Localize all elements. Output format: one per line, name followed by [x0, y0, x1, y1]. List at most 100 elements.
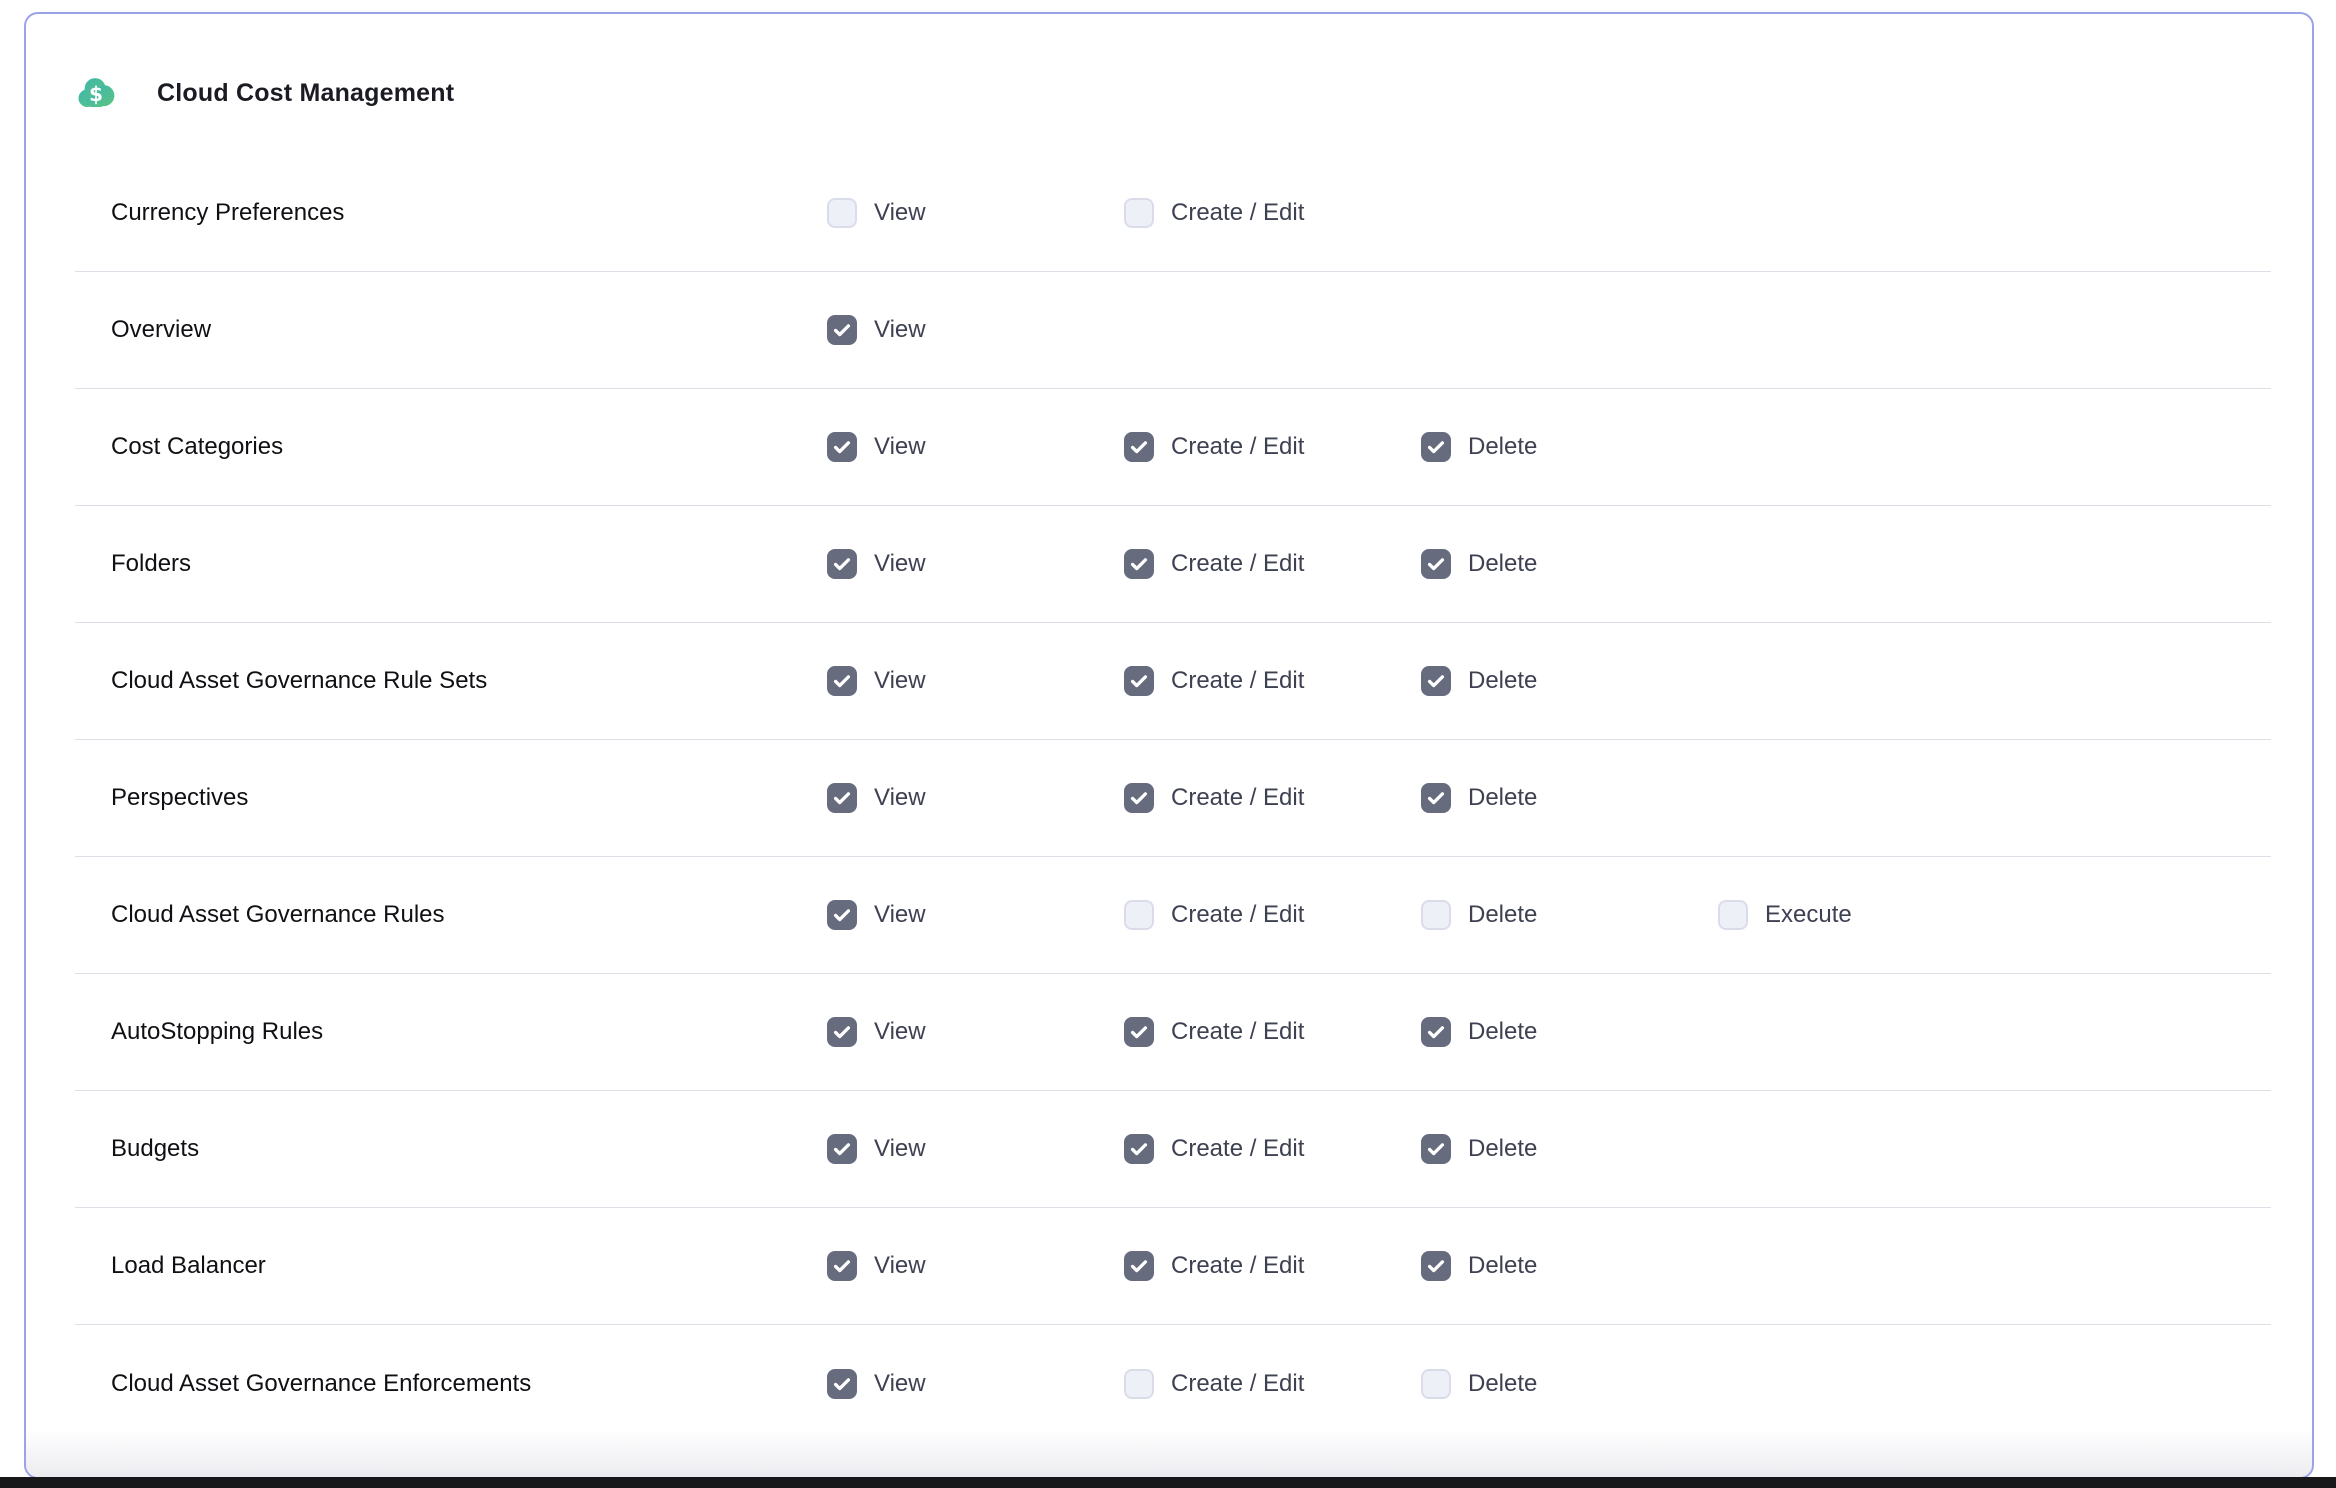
- permission-row-currency-preferences: Currency Preferences View Create / Edit: [75, 155, 2271, 272]
- permission-label: Delete: [1468, 1252, 1537, 1280]
- unchecked-checkbox-delete[interactable]: [1421, 900, 1451, 930]
- permission-create-edit[interactable]: Create / Edit: [1124, 1134, 1304, 1164]
- cloud-cost-management-card: $ Cloud Cost Management Currency Prefere…: [24, 12, 2314, 1479]
- permission-label: View: [874, 550, 926, 578]
- permission-delete[interactable]: Delete: [1421, 1251, 1537, 1281]
- permission-label: Create / Edit: [1171, 1135, 1304, 1163]
- checked-checkbox-create-edit[interactable]: [1124, 666, 1154, 696]
- permission-create-edit[interactable]: Create / Edit: [1124, 900, 1304, 930]
- checked-checkbox-view[interactable]: [827, 432, 857, 462]
- resource-label: Folders: [111, 550, 191, 578]
- checked-checkbox-delete[interactable]: [1421, 666, 1451, 696]
- resource-label: Load Balancer: [111, 1252, 266, 1280]
- permission-label: Create / Edit: [1171, 1370, 1304, 1398]
- checked-checkbox-delete[interactable]: [1421, 549, 1451, 579]
- resource-label: Cloud Asset Governance Enforcements: [111, 1370, 531, 1398]
- permission-delete[interactable]: Delete: [1421, 549, 1537, 579]
- permission-create-edit[interactable]: Create / Edit: [1124, 1017, 1304, 1047]
- permission-label: Create / Edit: [1171, 433, 1304, 461]
- permission-view[interactable]: View: [827, 549, 926, 579]
- permission-create-edit[interactable]: Create / Edit: [1124, 1369, 1304, 1399]
- permission-row-load-balancer: Load Balancer View Create / Edit Delete: [75, 1208, 2271, 1325]
- permission-label: Delete: [1468, 667, 1537, 695]
- permission-view[interactable]: View: [827, 666, 926, 696]
- permission-label: Create / Edit: [1171, 550, 1304, 578]
- checked-checkbox-view[interactable]: [827, 1369, 857, 1399]
- checked-checkbox-delete[interactable]: [1421, 783, 1451, 813]
- permission-label: View: [874, 1252, 926, 1280]
- checked-checkbox-delete[interactable]: [1421, 1251, 1451, 1281]
- resource-label: Budgets: [111, 1135, 199, 1163]
- permission-create-edit[interactable]: Create / Edit: [1124, 549, 1304, 579]
- permission-view[interactable]: View: [827, 1251, 926, 1281]
- permission-row-cost-categories: Cost CategoriesViewCreate / EditDelete: [75, 389, 2271, 506]
- checked-checkbox-view[interactable]: [827, 1134, 857, 1164]
- checked-checkbox-create-edit[interactable]: [1124, 1251, 1154, 1281]
- permission-delete[interactable]: Delete: [1421, 1017, 1537, 1047]
- permission-label: Delete: [1468, 901, 1537, 929]
- checked-checkbox-view[interactable]: [827, 1017, 857, 1047]
- unchecked-checkbox-create-edit[interactable]: [1124, 1369, 1154, 1399]
- module-title: Cloud Cost Management: [157, 79, 454, 108]
- permission-view[interactable]: View: [827, 432, 926, 462]
- permission-label: Create / Edit: [1171, 784, 1304, 812]
- checked-checkbox-view[interactable]: [827, 900, 857, 930]
- unchecked-checkbox-create-edit[interactable]: [1124, 198, 1154, 228]
- permission-label: View: [874, 784, 926, 812]
- permission-row-folders: Folders View Create / Edit Delete: [75, 506, 2271, 623]
- permission-create-edit[interactable]: Create / Edit: [1124, 783, 1304, 813]
- permission-delete[interactable]: Delete: [1421, 1369, 1537, 1399]
- permission-view[interactable]: View: [827, 783, 926, 813]
- permission-view[interactable]: View: [827, 1369, 926, 1399]
- checked-checkbox-delete[interactable]: [1421, 1017, 1451, 1047]
- checked-checkbox-create-edit[interactable]: [1124, 1134, 1154, 1164]
- svg-text:$: $: [89, 82, 103, 106]
- permission-create-edit[interactable]: Create / Edit: [1124, 1251, 1304, 1281]
- checked-checkbox-view[interactable]: [827, 549, 857, 579]
- permission-delete[interactable]: Delete: [1421, 666, 1537, 696]
- unchecked-checkbox-execute[interactable]: [1718, 900, 1748, 930]
- permission-label: Create / Edit: [1171, 1018, 1304, 1046]
- permission-view[interactable]: View: [827, 315, 926, 345]
- unchecked-checkbox-delete[interactable]: [1421, 1369, 1451, 1399]
- permission-view[interactable]: View: [827, 1134, 926, 1164]
- resource-label: Overview: [111, 316, 211, 344]
- permission-create-edit[interactable]: Create / Edit: [1124, 198, 1304, 228]
- permission-delete[interactable]: Delete: [1421, 1134, 1537, 1164]
- permission-create-edit[interactable]: Create / Edit: [1124, 666, 1304, 696]
- card-header: $ Cloud Cost Management: [75, 72, 454, 114]
- permission-row-autostopping-rules: AutoStopping RulesViewCreate / EditDelet…: [75, 974, 2271, 1091]
- permission-label: Create / Edit: [1171, 901, 1304, 929]
- permission-execute[interactable]: Execute: [1718, 900, 1852, 930]
- checked-checkbox-delete[interactable]: [1421, 1134, 1451, 1164]
- permission-label: Create / Edit: [1171, 199, 1304, 227]
- checked-checkbox-view[interactable]: [827, 783, 857, 813]
- resource-label: Perspectives: [111, 784, 248, 812]
- checked-checkbox-create-edit[interactable]: [1124, 549, 1154, 579]
- permission-delete[interactable]: Delete: [1421, 900, 1537, 930]
- permission-delete[interactable]: Delete: [1421, 783, 1537, 813]
- checked-checkbox-create-edit[interactable]: [1124, 432, 1154, 462]
- checked-checkbox-create-edit[interactable]: [1124, 783, 1154, 813]
- permission-label: Delete: [1468, 433, 1537, 461]
- checked-checkbox-view[interactable]: [827, 315, 857, 345]
- permission-create-edit[interactable]: Create / Edit: [1124, 432, 1304, 462]
- unchecked-checkbox-create-edit[interactable]: [1124, 900, 1154, 930]
- cloud-dollar-icon: $: [75, 72, 117, 114]
- permission-label: View: [874, 1018, 926, 1046]
- permission-view[interactable]: View: [827, 1017, 926, 1047]
- permission-view[interactable]: View: [827, 900, 926, 930]
- checked-checkbox-create-edit[interactable]: [1124, 1017, 1154, 1047]
- resource-label: Currency Preferences: [111, 199, 344, 227]
- permission-label: Delete: [1468, 1018, 1537, 1046]
- unchecked-checkbox-view[interactable]: [827, 198, 857, 228]
- permission-label: Create / Edit: [1171, 1252, 1304, 1280]
- checked-checkbox-view[interactable]: [827, 1251, 857, 1281]
- permission-view[interactable]: View: [827, 198, 926, 228]
- permission-delete[interactable]: Delete: [1421, 432, 1537, 462]
- checked-checkbox-delete[interactable]: [1421, 432, 1451, 462]
- permission-row-cloud-asset-governance-rule-sets: Cloud Asset Governance Rule SetsViewCrea…: [75, 623, 2271, 740]
- permission-row-cloud-asset-governance-enforcements: Cloud Asset Governance Enforcements View C…: [75, 1325, 2271, 1442]
- checked-checkbox-view[interactable]: [827, 666, 857, 696]
- permission-label: View: [874, 667, 926, 695]
